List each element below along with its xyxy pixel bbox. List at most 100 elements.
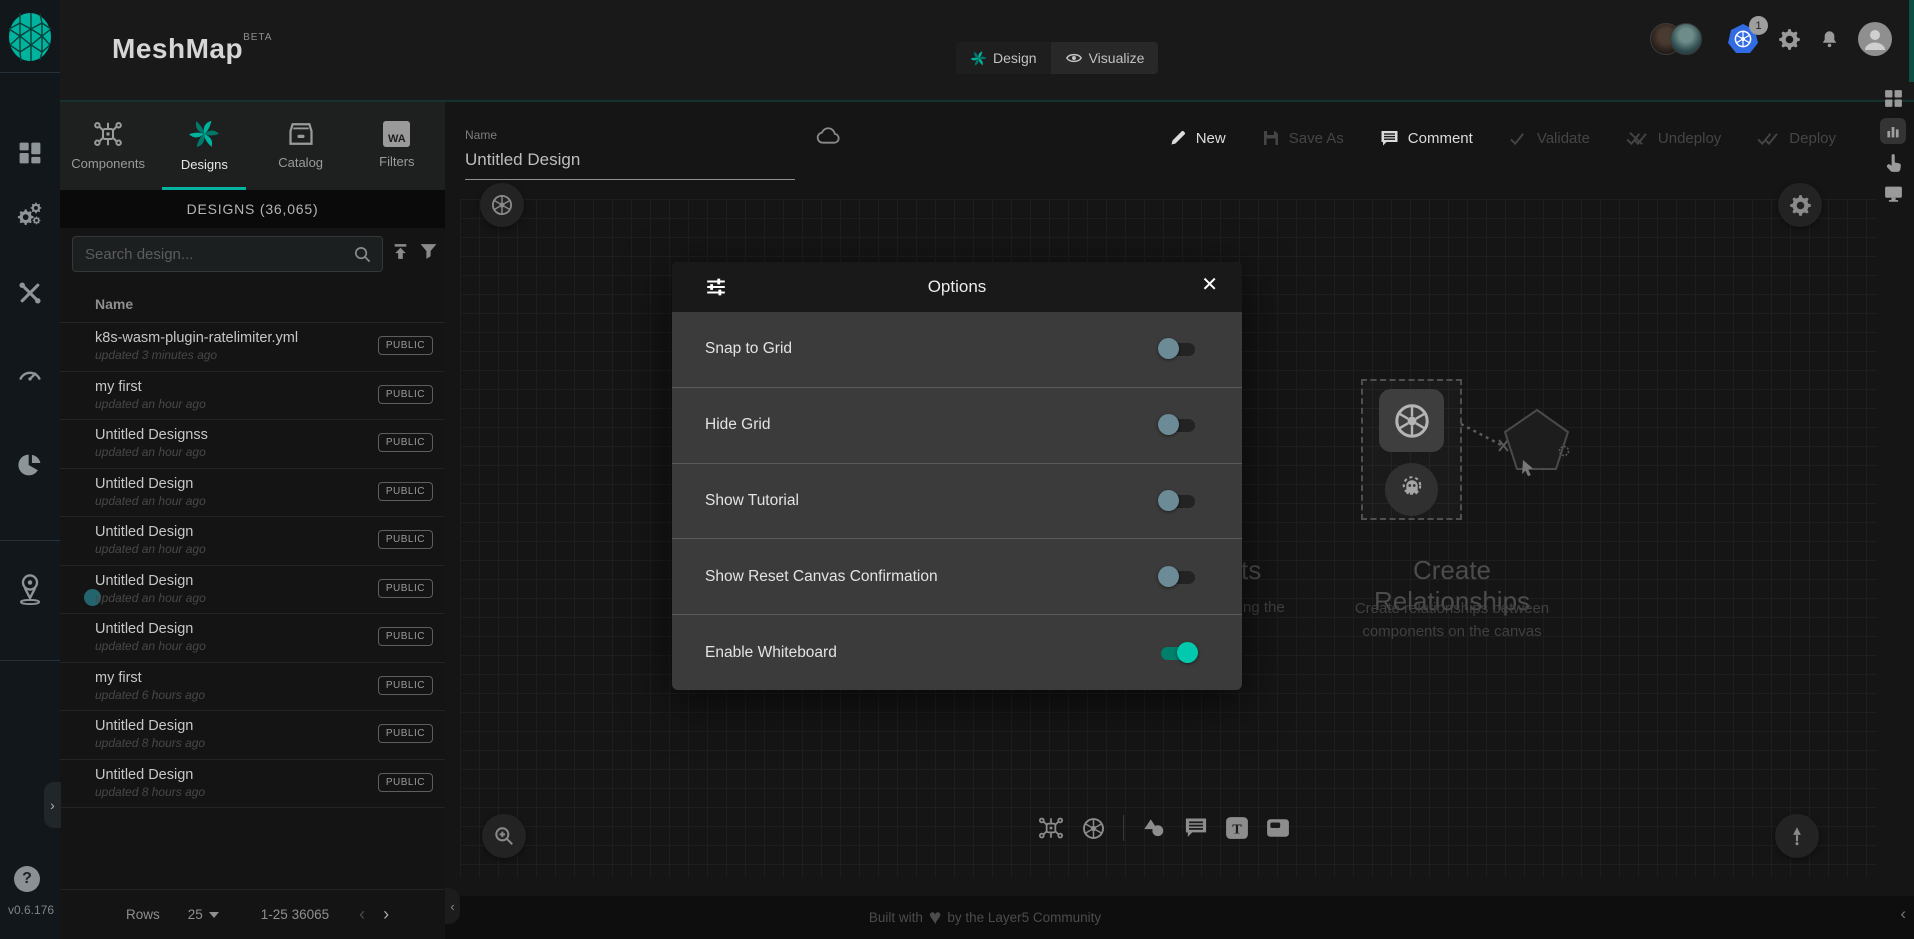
gear-icon [1789,194,1812,217]
media-tool-icon[interactable] [1266,816,1290,840]
tutorial-kubernetes-node [1379,389,1444,452]
design-name-input[interactable] [465,142,795,180]
rows-per-page-select[interactable]: 25 [188,907,219,922]
dock-pointer-hand-icon[interactable] [1883,153,1904,174]
mode-switcher: Design Visualize [956,42,1158,74]
design-row[interactable]: Untitled Design updated 8 hours ago PUBL… [60,760,445,809]
visibility-badge: PUBLIC [378,773,433,792]
tab-filters[interactable]: WA Filters [349,100,445,190]
search-row [60,228,445,284]
design-row[interactable]: my first updated an hour ago PUBLIC [60,372,445,421]
canvas-source-button[interactable] [480,183,524,227]
snap-to-grid-toggle[interactable] [1158,338,1198,360]
option-label: Enable Whiteboard [705,644,837,662]
designs-pinwheel-icon [188,118,220,150]
app-title: MeshMapBETA [112,32,272,65]
eye-icon [1065,49,1083,67]
tab-catalog[interactable]: Catalog [253,100,349,190]
collapse-panel-handle[interactable]: ‹ [445,888,460,924]
undeploy-button[interactable]: Undeploy [1626,130,1721,147]
beta-tag: BETA [243,32,272,43]
nav-dashboard-icon[interactable] [17,140,43,166]
design-row[interactable]: Untitled Design updated an hour ago PUBL… [60,517,445,566]
collapse-right-handle[interactable]: ‹ [1900,904,1906,924]
tools-divider [1123,815,1124,841]
show-tutorial-toggle[interactable] [1158,490,1198,512]
option-row-hide-grid: Hide Grid [672,388,1242,464]
reset-canvas-confirmation-toggle[interactable] [1158,566,1198,588]
undeploy-cross-check-icon [1626,130,1649,147]
help-icon[interactable]: ? [14,866,40,892]
user-avatar[interactable] [1858,22,1892,56]
search-input[interactable] [83,245,353,264]
next-page-button[interactable]: › [383,904,389,925]
tune-sliders-icon [705,276,727,298]
new-button[interactable]: New [1169,129,1226,147]
notifications-bell-icon[interactable] [1819,29,1840,50]
design-row[interactable]: Untitled Design updated an hour ago PUBL… [60,614,445,663]
kubernetes-context[interactable]: 1 [1726,22,1760,56]
zoom-in-button[interactable] [482,814,526,858]
design-row[interactable]: Untitled Design updated an hour ago PUBL… [60,566,445,615]
nav-performance-icon[interactable] [17,362,43,388]
collaborator-avatars [1650,23,1702,55]
design-row[interactable]: Untitled Design updated an hour ago PUBL… [60,469,445,518]
settings-gear-icon[interactable] [1778,28,1801,51]
validate-button[interactable]: Validate [1509,130,1590,147]
header-actions: 1 [1650,22,1892,56]
wasm-filters-icon: WA [383,121,410,147]
hide-grid-toggle[interactable] [1158,414,1198,436]
visibility-badge: PUBLIC [378,385,433,404]
pagination-range: 1-25 36065 [261,907,329,922]
collaborator-avatar[interactable] [1670,23,1702,55]
design-name-field: Name [465,128,812,180]
tab-components[interactable]: Components [60,100,156,190]
text-tool-icon[interactable]: T [1225,816,1249,840]
design-row[interactable]: Untitled Designss updated an hour ago PU… [60,420,445,469]
tab-designs[interactable]: Designs [156,100,252,190]
design-row[interactable]: my first updated 6 hours ago PUBLIC [60,663,445,712]
option-label: Snap to Grid [705,340,792,358]
design-row[interactable]: Untitled Design updated 8 hours ago PUBL… [60,711,445,760]
nav-meshmap-icon[interactable] [17,572,43,606]
tab-visualize[interactable]: Visualize [1051,42,1159,74]
caret-down-icon [209,912,219,918]
kubernetes-tool-icon[interactable] [1081,816,1106,841]
whiteboard-pen-button[interactable] [1775,814,1819,858]
dock-monitor-icon[interactable] [1883,183,1904,204]
designs-count-header: DESIGNS (36,065) [60,190,445,228]
expand-panel-handle[interactable]: › [44,782,61,828]
design-row[interactable]: k8s-wasm-plugin-ratelimiter.yml updated … [60,323,445,372]
visibility-badge: PUBLIC [378,579,433,598]
options-modal-header: Options ✕ [672,262,1242,312]
nav-extensions-icon[interactable] [17,452,43,478]
components-chip-icon [93,119,123,149]
nav-lifecycle-icon[interactable] [17,202,43,228]
sync-cloud-icon[interactable] [815,122,841,148]
prev-page-button[interactable]: ‹ [359,904,365,925]
dock-chart-button[interactable] [1880,118,1906,144]
save-as-button[interactable]: Save As [1262,129,1344,147]
tab-design[interactable]: Design [956,42,1051,74]
pagination-bar: Rows 25 1-25 36065 ‹ › [60,889,445,939]
comment-tool-icon[interactable] [1184,816,1208,840]
layer5-logo[interactable] [7,12,53,62]
search-box [72,236,383,272]
tutorial-components-group [1361,379,1462,520]
design-list: k8s-wasm-plugin-ratelimiter.yml updated … [60,322,445,808]
close-icon[interactable]: ✕ [1201,275,1218,295]
tutorial-subtitle: Create relationships between components … [1332,597,1572,644]
comment-button[interactable]: Comment [1380,129,1473,148]
nav-toolkit-icon[interactable] [17,280,43,306]
airbrush-icon [1786,825,1808,847]
shapes-tool-icon[interactable] [1141,815,1167,841]
filter-funnel-icon[interactable] [419,242,438,261]
enable-whiteboard-toggle[interactable] [1158,642,1198,664]
deploy-button[interactable]: Deploy [1757,130,1836,147]
dock-grid-icon[interactable] [1883,88,1904,109]
canvas-footer: ‹ Built with ♥ by the Layer5 Community ‹ [445,896,1914,939]
canvas-settings-button[interactable] [1778,183,1822,227]
publish-upload-icon[interactable] [391,242,410,261]
components-tool-icon[interactable] [1038,815,1064,841]
meshmap-app: ? v0.6.176 MeshMapBETA Design Visualize [0,0,1914,939]
